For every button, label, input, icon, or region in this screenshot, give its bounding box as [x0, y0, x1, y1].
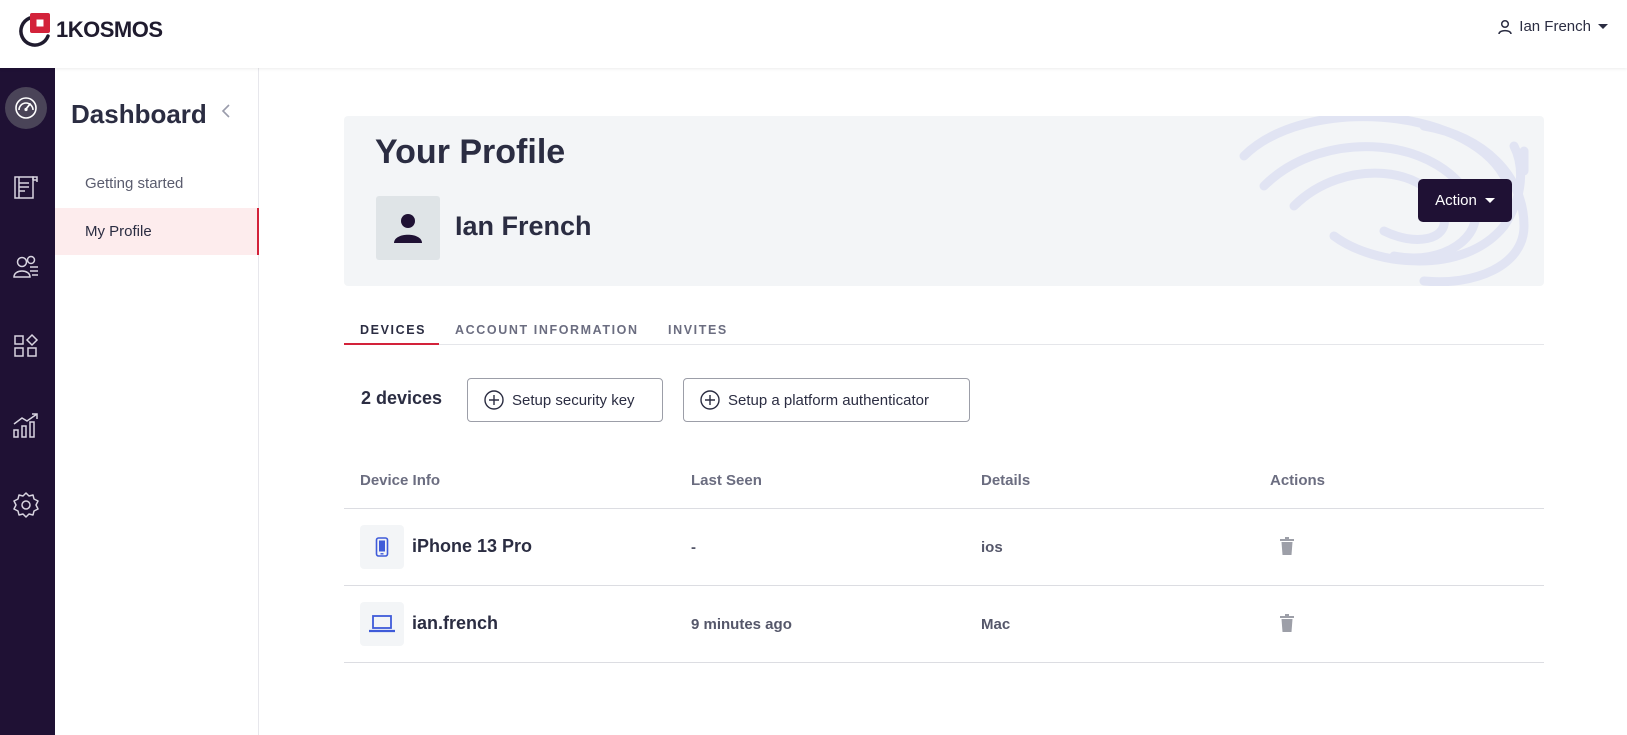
profile-card: Your Profile Ian French Action [344, 116, 1544, 286]
plus-circle-icon [484, 390, 504, 410]
avatar [376, 196, 440, 260]
table-row[interactable]: ian.french 9 minutes ago Mac [344, 586, 1544, 663]
brand-name: 1KOSMOS [56, 17, 163, 42]
devices-table: Device Info Last Seen Details Actions iP… [344, 457, 1544, 663]
sidebar-title: Dashboard [71, 99, 207, 129]
column-header-device-info[interactable]: Device Info [360, 472, 440, 489]
sidebar: Dashboard Getting started My Profile [55, 68, 259, 735]
sidebar-item-label: My Profile [85, 223, 152, 240]
rail-apps[interactable] [5, 325, 47, 367]
profile-tabs: DEVICES ACCOUNT INFORMATION INVITES [344, 318, 1544, 345]
active-tab-indicator [344, 343, 439, 345]
rail-users[interactable] [5, 246, 47, 288]
device-last-seen: - [691, 539, 696, 556]
action-button[interactable]: Action [1418, 179, 1512, 222]
brand-logo[interactable]: 1KOSMOS [18, 12, 163, 48]
user-menu-name: Ian French [1519, 18, 1591, 35]
setup-security-key-button[interactable]: Setup security key [467, 378, 663, 422]
rail-reports[interactable] [5, 404, 47, 446]
top-bar: 1KOSMOS Ian French [0, 0, 1627, 68]
user-icon [1498, 19, 1513, 34]
dashboard-icon [15, 97, 37, 119]
profile-name: Ian French [455, 211, 592, 241]
tab-invites[interactable]: INVITES [668, 323, 728, 337]
delete-device-button[interactable] [1280, 614, 1294, 637]
device-count: 2 devices [361, 388, 443, 408]
person-icon [394, 214, 422, 243]
tab-devices[interactable]: DEVICES [360, 323, 426, 337]
tab-account-information[interactable]: ACCOUNT INFORMATION [455, 323, 639, 337]
device-details: ios [981, 539, 1003, 556]
sidebar-item-my-profile[interactable]: My Profile [55, 208, 259, 255]
left-rail [0, 68, 55, 735]
rail-settings[interactable] [5, 484, 47, 526]
rail-directory[interactable] [5, 166, 47, 208]
device-name: ian.french [412, 613, 499, 633]
column-header-details[interactable]: Details [981, 472, 1030, 489]
column-header-last-seen[interactable]: Last Seen [691, 472, 762, 489]
device-type-badge [360, 602, 404, 646]
logo-icon [19, 13, 50, 47]
device-details: Mac [981, 616, 1011, 633]
page-title: Your Profile [375, 133, 566, 171]
sidebar-item-label: Getting started [85, 175, 184, 192]
table-header: Device Info Last Seen Details Actions [344, 457, 1544, 509]
table-row[interactable]: iPhone 13 Pro - ios [344, 509, 1544, 586]
collapse-sidebar-button[interactable] [221, 104, 231, 123]
chevron-left-icon [221, 104, 230, 118]
plus-circle-icon [700, 390, 720, 410]
settings-icon [13, 492, 39, 518]
directory-icon [14, 176, 38, 199]
caret-down-icon [1484, 197, 1495, 203]
apps-icon [14, 333, 39, 357]
device-name: iPhone 13 Pro [412, 536, 533, 556]
trash-icon [1280, 614, 1294, 632]
setup-security-key-label: Setup security key [512, 391, 635, 409]
rail-dashboard[interactable] [5, 87, 47, 129]
laptop-icon [369, 615, 395, 633]
delete-device-button[interactable] [1280, 537, 1294, 560]
column-header-actions: Actions [1270, 472, 1326, 489]
device-type-badge [360, 525, 404, 569]
setup-platform-authenticator-label: Setup a platform authenticator [728, 391, 929, 409]
reports-icon [13, 413, 38, 438]
trash-icon [1280, 537, 1294, 555]
phone-icon [375, 537, 389, 557]
users-icon [13, 255, 38, 278]
setup-platform-authenticator-button[interactable]: Setup a platform authenticator [683, 378, 970, 422]
device-last-seen: 9 minutes ago [691, 616, 792, 633]
caret-down-icon [1598, 23, 1608, 29]
user-menu[interactable]: Ian French [1497, 18, 1609, 35]
action-button-label: Action [1435, 192, 1477, 209]
sidebar-item-getting-started[interactable]: Getting started [55, 160, 259, 207]
